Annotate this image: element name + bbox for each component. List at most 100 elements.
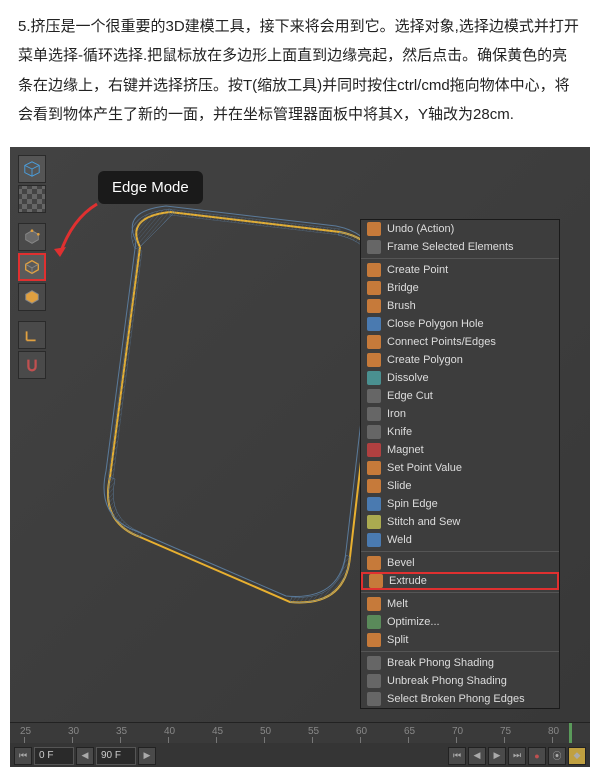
- menu-item-split[interactable]: Split: [361, 631, 559, 649]
- iron-icon: [367, 407, 381, 421]
- menu-item-weld[interactable]: Weld: [361, 531, 559, 549]
- annotation-arrow: [52, 199, 102, 264]
- menu-item-label: Connect Points/Edges: [387, 336, 496, 348]
- ruler-tick: 50: [260, 726, 271, 737]
- menu-item-unbreak-phong-shading[interactable]: Unbreak Phong Shading: [361, 672, 559, 690]
- timeline-panel: 253035404550556065707580 ⏮ 0 F ◀ 90 F ▶ …: [10, 722, 590, 767]
- menu-item-frame-selected-elements[interactable]: Frame Selected Elements: [361, 238, 559, 256]
- menu-separator: [361, 592, 559, 593]
- menu-item-iron[interactable]: Iron: [361, 405, 559, 423]
- step-back-button[interactable]: ◀: [76, 747, 94, 765]
- menu-item-label: Brush: [387, 300, 416, 312]
- melt-icon: [367, 597, 381, 611]
- undo-action--icon: [367, 222, 381, 236]
- autokey-button[interactable]: ⦿: [548, 747, 566, 765]
- edge-mode-icon[interactable]: [18, 253, 46, 281]
- unbreak-phong-shading-icon: [367, 674, 381, 688]
- snap-tool-icon[interactable]: [18, 351, 46, 379]
- magnet-icon: [367, 443, 381, 457]
- menu-item-label: Optimize...: [387, 616, 440, 628]
- menu-item-label: Slide: [387, 480, 411, 492]
- menu-item-label: Unbreak Phong Shading: [387, 675, 507, 687]
- ruler-tick: 55: [308, 726, 319, 737]
- create-polygon-icon: [367, 353, 381, 367]
- timeline-controls: ⏮ 0 F ◀ 90 F ▶ ⏮ ◀ ▶ ⏭ ● ⦿ ◆: [10, 743, 590, 767]
- menu-item-extrude[interactable]: Extrude: [361, 572, 559, 590]
- ruler-tick: 70: [452, 726, 463, 737]
- goto-start-button[interactable]: ⏮: [14, 747, 32, 765]
- point-mode-icon[interactable]: [18, 223, 46, 251]
- menu-item-label: Extrude: [389, 575, 427, 587]
- play-fwd-button[interactable]: ▶: [488, 747, 506, 765]
- menu-item-knife[interactable]: Knife: [361, 423, 559, 441]
- mode-toolbar: [18, 155, 46, 379]
- frame-end-field[interactable]: 90 F: [96, 747, 136, 765]
- set-point-value-icon: [367, 461, 381, 475]
- ruler-tick: 35: [116, 726, 127, 737]
- frame-selected-elements-icon: [367, 240, 381, 254]
- spin-edge-icon: [367, 497, 381, 511]
- split-icon: [367, 633, 381, 647]
- play-back-button[interactable]: ◀: [468, 747, 486, 765]
- model-mode-icon[interactable]: [18, 155, 46, 183]
- menu-item-label: Create Polygon: [387, 354, 463, 366]
- timeline-ruler[interactable]: 253035404550556065707580: [10, 723, 590, 743]
- menu-item-create-polygon[interactable]: Create Polygon: [361, 351, 559, 369]
- texture-mode-icon[interactable]: [18, 185, 46, 213]
- menu-item-label: Undo (Action): [387, 223, 454, 235]
- menu-item-bevel[interactable]: Bevel: [361, 554, 559, 572]
- menu-separator: [361, 651, 559, 652]
- menu-item-label: Split: [387, 634, 408, 646]
- ruler-tick: 60: [356, 726, 367, 737]
- close-polygon-hole-icon: [367, 317, 381, 331]
- menu-item-melt[interactable]: Melt: [361, 595, 559, 613]
- brush-icon: [367, 299, 381, 313]
- select-broken-phong-edges-icon: [367, 692, 381, 706]
- ruler-tick: 75: [500, 726, 511, 737]
- key-options-button[interactable]: ◆: [568, 747, 586, 765]
- menu-item-label: Break Phong Shading: [387, 657, 494, 669]
- menu-item-label: Set Point Value: [387, 462, 462, 474]
- app-screenshot: Edge Mode Undo (Action)Frame Selected El…: [10, 147, 590, 767]
- menu-item-label: Weld: [387, 534, 412, 546]
- dissolve-icon: [367, 371, 381, 385]
- step-fwd-button[interactable]: ▶: [138, 747, 156, 765]
- menu-item-break-phong-shading[interactable]: Break Phong Shading: [361, 654, 559, 672]
- menu-item-set-point-value[interactable]: Set Point Value: [361, 459, 559, 477]
- viewport-3d[interactable]: Edge Mode Undo (Action)Frame Selected El…: [10, 147, 590, 722]
- slide-icon: [367, 479, 381, 493]
- frame-start-field[interactable]: 0 F: [34, 747, 74, 765]
- menu-item-label: Melt: [387, 598, 408, 610]
- menu-item-label: Iron: [387, 408, 406, 420]
- goto-prev-key-button[interactable]: ⏮: [448, 747, 466, 765]
- edge-cut-icon: [367, 389, 381, 403]
- ruler-tick: 65: [404, 726, 415, 737]
- menu-item-label: Frame Selected Elements: [387, 241, 514, 253]
- axis-tool-icon[interactable]: [18, 321, 46, 349]
- menu-item-spin-edge[interactable]: Spin Edge: [361, 495, 559, 513]
- menu-item-edge-cut[interactable]: Edge Cut: [361, 387, 559, 405]
- menu-item-slide[interactable]: Slide: [361, 477, 559, 495]
- goto-next-key-button[interactable]: ⏭: [508, 747, 526, 765]
- menu-item-undo-action-[interactable]: Undo (Action): [361, 220, 559, 238]
- menu-item-optimize-[interactable]: Optimize...: [361, 613, 559, 631]
- connect-points-edges-icon: [367, 335, 381, 349]
- polygon-mode-icon[interactable]: [18, 283, 46, 311]
- menu-item-bridge[interactable]: Bridge: [361, 279, 559, 297]
- weld-icon: [367, 533, 381, 547]
- menu-item-connect-points-edges[interactable]: Connect Points/Edges: [361, 333, 559, 351]
- menu-item-label: Knife: [387, 426, 412, 438]
- optimize--icon: [367, 615, 381, 629]
- menu-item-select-broken-phong-edges[interactable]: Select Broken Phong Edges: [361, 690, 559, 708]
- menu-item-dissolve[interactable]: Dissolve: [361, 369, 559, 387]
- menu-item-close-polygon-hole[interactable]: Close Polygon Hole: [361, 315, 559, 333]
- menu-item-stitch-and-sew[interactable]: Stitch and Sew: [361, 513, 559, 531]
- menu-item-label: Stitch and Sew: [387, 516, 460, 528]
- menu-item-magnet[interactable]: Magnet: [361, 441, 559, 459]
- playhead[interactable]: [569, 723, 572, 743]
- menu-item-brush[interactable]: Brush: [361, 297, 559, 315]
- menu-item-create-point[interactable]: Create Point: [361, 261, 559, 279]
- ruler-tick: 40: [164, 726, 175, 737]
- tutorial-paragraph: 5.挤压是一个很重要的3D建模工具，接下来将会用到它。选择对象,选择边模式并打开…: [0, 0, 600, 147]
- record-button[interactable]: ●: [528, 747, 546, 765]
